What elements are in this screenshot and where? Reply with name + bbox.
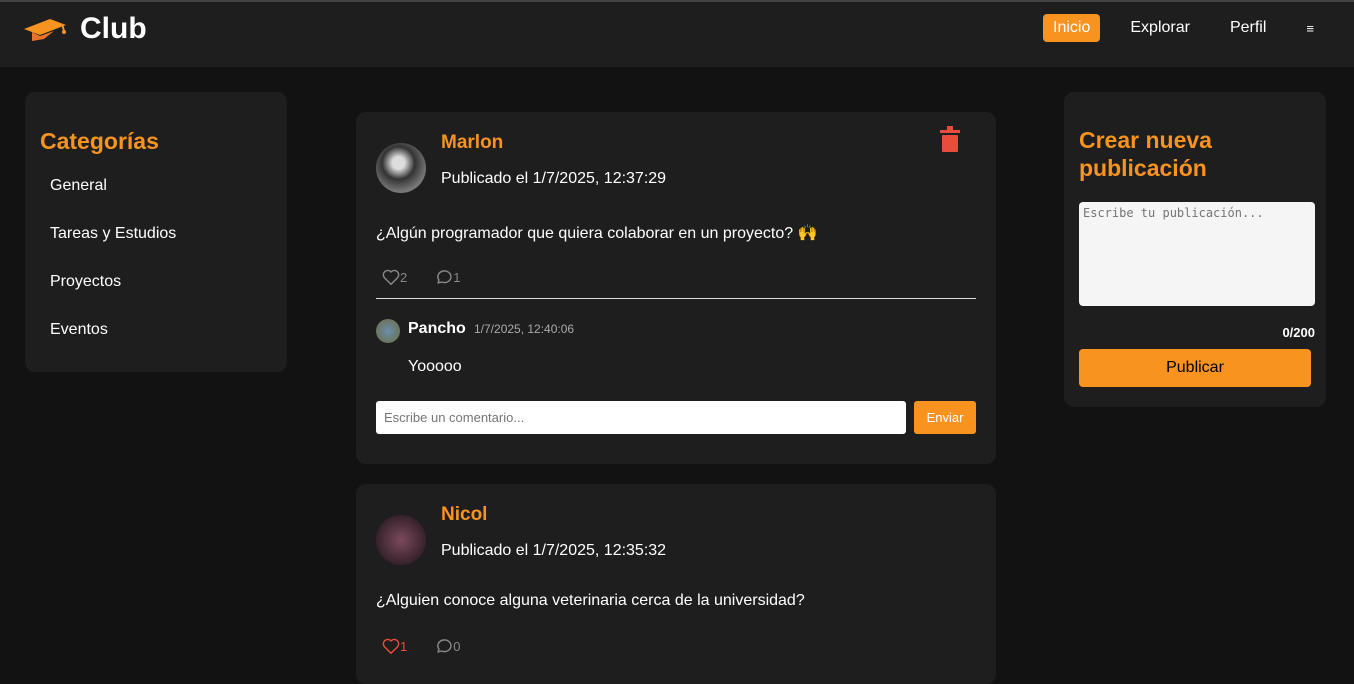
top-bar: Club Inicio Explorar Perfil ≡ [0,0,1354,67]
publish-button[interactable]: Publicar [1079,349,1311,387]
nav-explorar[interactable]: Explorar [1120,14,1200,42]
nav-perfil[interactable]: Perfil [1220,14,1276,42]
comment-button[interactable]: 1 [435,269,460,285]
create-post-panel: Crear nueva publicación 0/200 Publicar [1064,92,1326,407]
avatar [376,143,426,193]
commenter-avatar [376,319,400,343]
category-proyectos[interactable]: Proyectos [40,273,272,321]
like-button[interactable]: 2 [382,269,407,285]
post-author[interactable]: Marlon [441,132,503,154]
post-text: ¿Alguien conoce alguna veterinaria cerca… [376,592,805,609]
create-title: Crear nueva publicación [1079,127,1212,181]
app-title: Club [80,12,147,45]
comment-date: 1/7/2025, 12:40:06 [474,322,575,336]
menu-icon[interactable]: ≡ [1296,16,1324,41]
like-count: 1 [400,638,408,654]
post-date: Publicado el 1/7/2025, 12:35:32 [441,542,667,559]
avatar [376,515,426,565]
char-counter: 0/200 [1282,325,1315,340]
heart-icon [382,638,400,654]
comment-input[interactable] [376,401,906,434]
comment-count: 1 [453,269,461,285]
categories-title: Categorías [40,128,159,154]
comment-author[interactable]: Pancho [408,320,466,338]
category-general[interactable]: General [40,177,272,225]
like-count: 2 [400,269,408,285]
comment-button[interactable]: 0 [435,638,460,654]
heart-icon [382,269,400,285]
categories-panel: Categorías General Tareas y Estudios Pro… [25,92,287,372]
post-author[interactable]: Nicol [441,504,487,526]
comment-text: Yooooo [408,358,462,375]
post-card: Nicol Publicado el 1/7/2025, 12:35:32 ¿A… [356,484,996,684]
comment-icon [437,270,452,284]
category-tareas[interactable]: Tareas y Estudios [40,225,272,273]
comment-count: 0 [453,638,461,654]
nav-inicio[interactable]: Inicio [1043,14,1101,42]
post-card: Marlon Publicado el 1/7/2025, 12:37:29 ¿… [356,112,996,464]
category-eventos[interactable]: Eventos [40,321,272,369]
divider [376,298,976,299]
like-button[interactable]: 1 [382,638,407,654]
post-date: Publicado el 1/7/2025, 12:37:29 [441,170,667,187]
comment-icon [437,639,452,653]
trash-icon[interactable] [940,126,960,152]
post-textarea[interactable] [1079,202,1315,306]
post-text: ¿Algún programador que quiera colaborar … [376,225,818,242]
graduation-cap-icon [24,19,66,41]
send-comment-button[interactable]: Enviar [914,401,976,434]
logo[interactable]: Club [22,12,147,46]
